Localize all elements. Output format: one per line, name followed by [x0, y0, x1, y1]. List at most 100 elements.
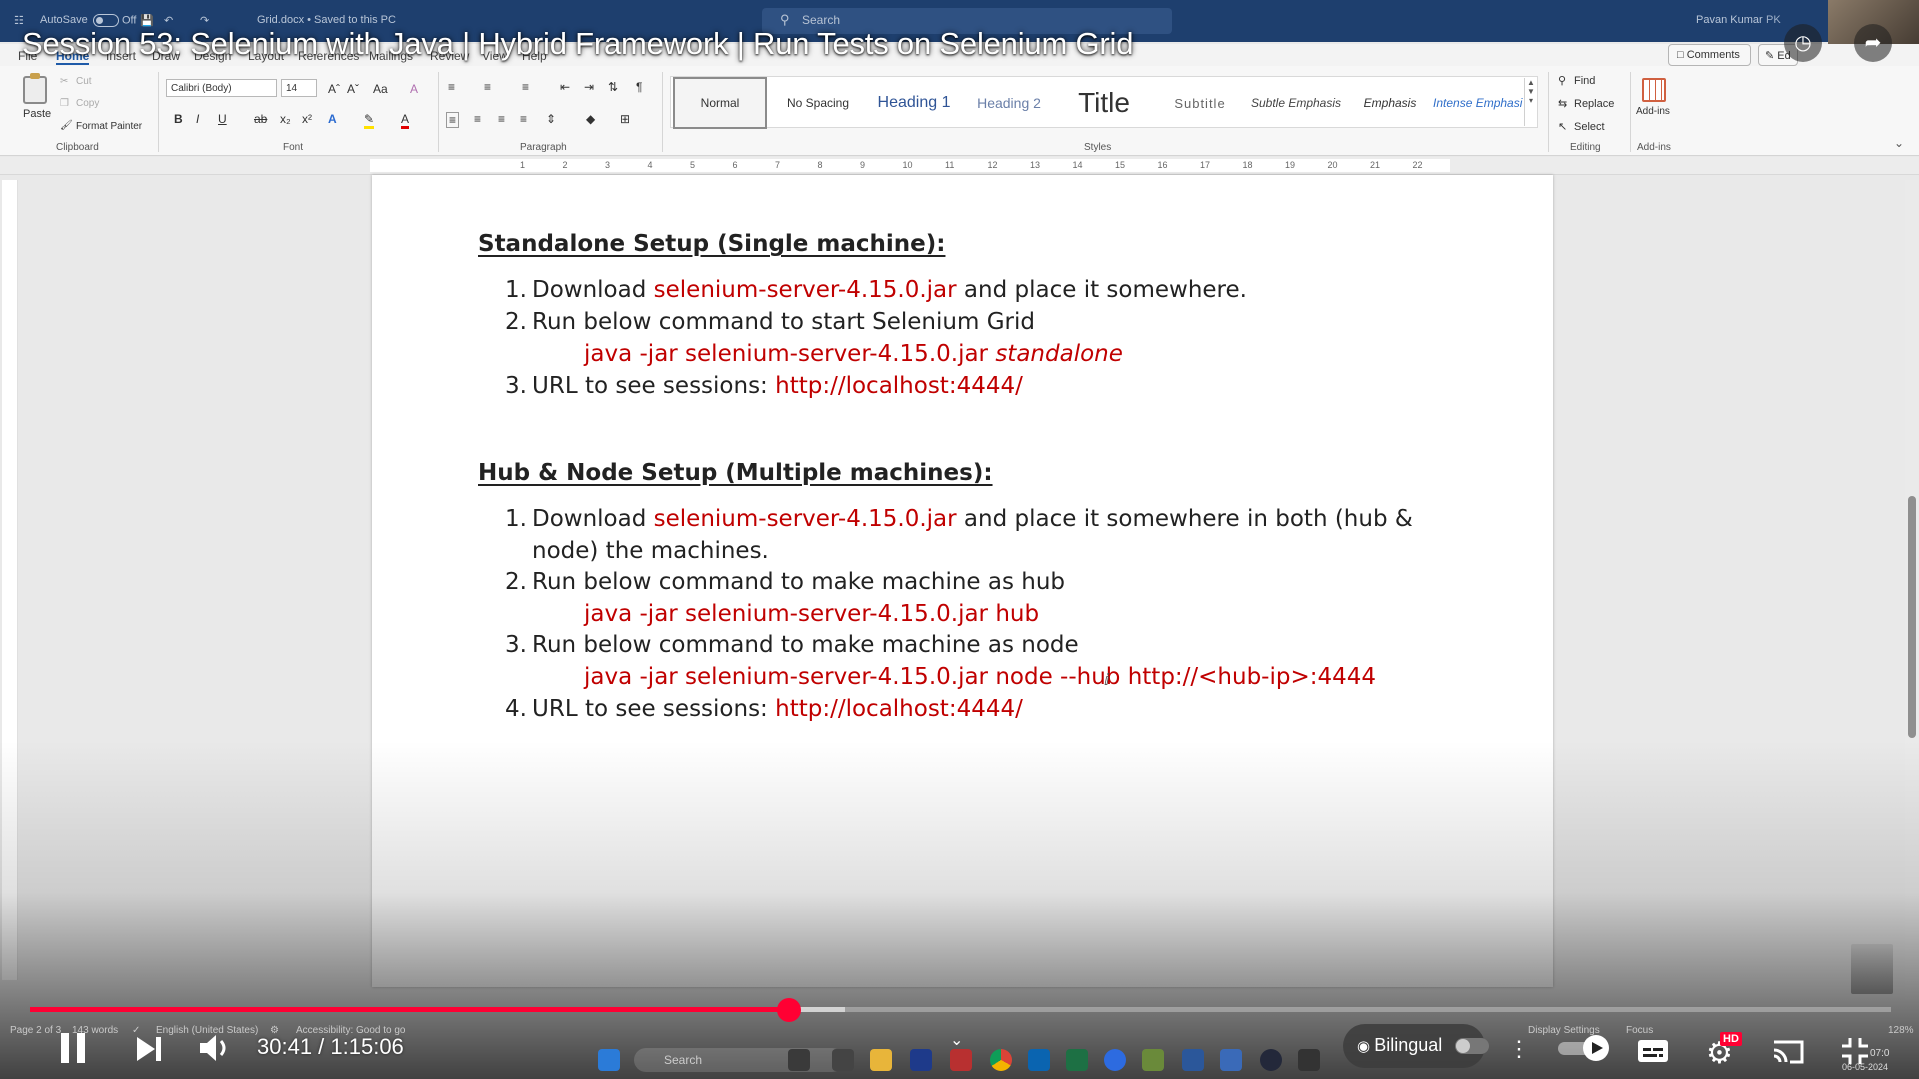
styles-gallery-scroll[interactable]: ▲ ▼ ▾ [1524, 78, 1537, 126]
underline-icon[interactable]: U [218, 112, 227, 126]
style-heading-1[interactable]: Heading 1 [867, 77, 961, 129]
subscript-icon[interactable]: x₂ [280, 112, 291, 126]
bullets-icon[interactable]: ≡ [448, 80, 455, 94]
find-icon: ⚲ [1558, 75, 1567, 87]
windows-start-icon[interactable] [598, 1049, 620, 1071]
taskbar-terminal-icon[interactable] [1298, 1049, 1320, 1071]
taskbar-zoom-icon[interactable] [1104, 1049, 1126, 1071]
next-button[interactable] [134, 1034, 164, 1069]
decrease-indent-icon[interactable]: ⇤ [560, 80, 570, 94]
line-spacing-icon[interactable]: ⇕ [546, 112, 556, 126]
taskbar-app-icon[interactable] [910, 1049, 932, 1071]
taskbar-taskview-icon[interactable] [832, 1049, 854, 1071]
show-marks-icon[interactable]: ¶ [636, 80, 642, 94]
list-number: 3. [505, 632, 527, 658]
cast-button[interactable] [1770, 1036, 1806, 1071]
italic-icon[interactable]: I [196, 112, 199, 126]
format-painter-button[interactable]: Format Painter [76, 121, 142, 132]
style-subtitle[interactable]: Subtitle [1153, 77, 1247, 129]
taskbar-notepad-icon[interactable] [1142, 1049, 1164, 1071]
taskbar-eclipse-icon[interactable] [1260, 1049, 1282, 1071]
volume-button[interactable] [198, 1032, 234, 1069]
watch-later-button[interactable]: ◷ [1784, 24, 1822, 62]
style-normal[interactable]: Normal [673, 77, 767, 129]
taskbar-folder-icon[interactable] [870, 1049, 892, 1071]
taskbar-outlook-icon[interactable] [1028, 1049, 1050, 1071]
bilingual-toggle[interactable]: ◉ Bilingual [1343, 1024, 1489, 1068]
multilevel-list-icon[interactable]: ≡ [522, 80, 529, 94]
justify-icon[interactable]: ≡ [520, 112, 527, 126]
numbering-icon[interactable]: ≡ [484, 80, 491, 94]
highlight-icon[interactable]: ✎ [364, 112, 375, 129]
user-avatar[interactable]: PK [1766, 14, 1781, 26]
bilingual-label: Bilingual [1374, 1035, 1443, 1055]
comments-button[interactable]: □ Comments [1668, 44, 1751, 66]
superscript-icon[interactable]: x² [302, 112, 312, 126]
addins-button-label[interactable]: Add-ins [1636, 106, 1670, 117]
paste-button-label[interactable]: Paste [23, 108, 51, 120]
taskbar-word-icon[interactable] [1182, 1049, 1204, 1071]
taskbar-chevron-icon[interactable]: ⌄ [950, 1030, 963, 1050]
paste-icon[interactable] [23, 73, 47, 104]
align-right-icon[interactable]: ≡ [498, 112, 505, 126]
more-options-icon[interactable]: ⋮ [1508, 1036, 1530, 1062]
video-player[interactable]: ☷ AutoSave Off 💾 ↶ ↷ Grid.docx • Saved t… [0, 0, 1919, 1079]
horizontal-ruler[interactable]: 1 2 3 4 5 6 7 8 9 10 11 12 13 14 15 16 17 18 19 20 21 22 [370, 159, 1450, 172]
command-text: java -jar selenium-server-4.15.0.jar [584, 341, 996, 367]
style-emphasis[interactable]: Emphasis [1347, 77, 1433, 129]
scrollbar-thumb[interactable] [1908, 496, 1916, 738]
list-item-continuation: node) the machines. [532, 538, 769, 564]
focus-mode[interactable]: Focus [1626, 1025, 1653, 1036]
zoom-level[interactable]: 128% [1888, 1025, 1914, 1036]
text-effects-icon[interactable]: A [328, 112, 337, 126]
change-case-icon[interactable]: Aa [373, 82, 388, 96]
replace-button[interactable]: Replace [1574, 98, 1614, 110]
taskbar-mcafee-icon[interactable] [950, 1049, 972, 1071]
clear-formatting-icon[interactable]: A [410, 82, 418, 96]
addins-icon[interactable] [1642, 78, 1666, 102]
sort-icon[interactable]: ⇅ [608, 80, 618, 94]
shrink-font-icon[interactable]: Aˇ [347, 82, 359, 96]
taskbar-search[interactable]: Search [634, 1048, 844, 1072]
jar-filename: selenium-server-4.15.0.jar [653, 506, 957, 532]
style-intense-emphasis[interactable]: Intense Emphasi [1433, 77, 1537, 129]
seek-bar[interactable] [30, 1007, 1891, 1012]
taskbar-chrome-icon[interactable] [990, 1049, 1012, 1071]
list-number: 4. [505, 696, 527, 722]
hd-badge: HD [1720, 1032, 1742, 1046]
exit-fullscreen-button[interactable] [1840, 1036, 1870, 1071]
bilingual-switch[interactable] [1455, 1038, 1489, 1054]
font-color-icon[interactable]: A [401, 112, 410, 129]
ruler-number: 4 [647, 160, 653, 170]
copy-button[interactable]: Copy [76, 98, 99, 109]
taskbar-calculator-icon[interactable] [1220, 1049, 1242, 1071]
align-left-icon[interactable]: ≡ [446, 112, 460, 128]
taskbar-camera-icon[interactable] [788, 1049, 810, 1071]
borders-icon[interactable]: ⊞ [620, 112, 630, 126]
cut-button[interactable]: Cut [76, 76, 92, 87]
strikethrough-icon[interactable]: ab [254, 112, 267, 126]
taskbar-excel-icon[interactable] [1066, 1049, 1088, 1071]
select-button[interactable]: Select [1574, 121, 1605, 133]
ribbon-divider [158, 72, 159, 152]
style-title[interactable]: Title [1057, 77, 1151, 129]
find-button[interactable]: Find [1574, 75, 1595, 87]
autoplay-toggle[interactable] [1556, 1034, 1616, 1067]
increase-indent-icon[interactable]: ⇥ [584, 80, 594, 94]
seek-bar-played [30, 1007, 790, 1012]
style-no-spacing[interactable]: No Spacing [773, 77, 863, 129]
style-subtle-emphasis[interactable]: Subtle Emphasis [1247, 77, 1345, 129]
grow-font-icon[interactable]: Aˆ [328, 82, 340, 96]
page-counter[interactable]: Page 2 of 3 [10, 1025, 61, 1036]
text-cursor-icon: ⅈ [1104, 670, 1110, 689]
align-center-icon[interactable]: ≡ [474, 112, 481, 126]
share-button[interactable]: ➦ [1854, 24, 1892, 62]
pause-button[interactable] [58, 1030, 88, 1069]
style-heading-2[interactable]: Heading 2 [963, 77, 1055, 129]
font-name-select[interactable]: Calibri (Body) [166, 79, 277, 97]
collapse-ribbon-icon[interactable]: ⌄ [1894, 136, 1904, 150]
subtitles-button[interactable] [1636, 1038, 1670, 1069]
shading-icon[interactable]: ◆ [586, 112, 595, 126]
font-size-select[interactable]: 14 [281, 79, 317, 97]
bold-icon[interactable]: B [174, 112, 183, 126]
